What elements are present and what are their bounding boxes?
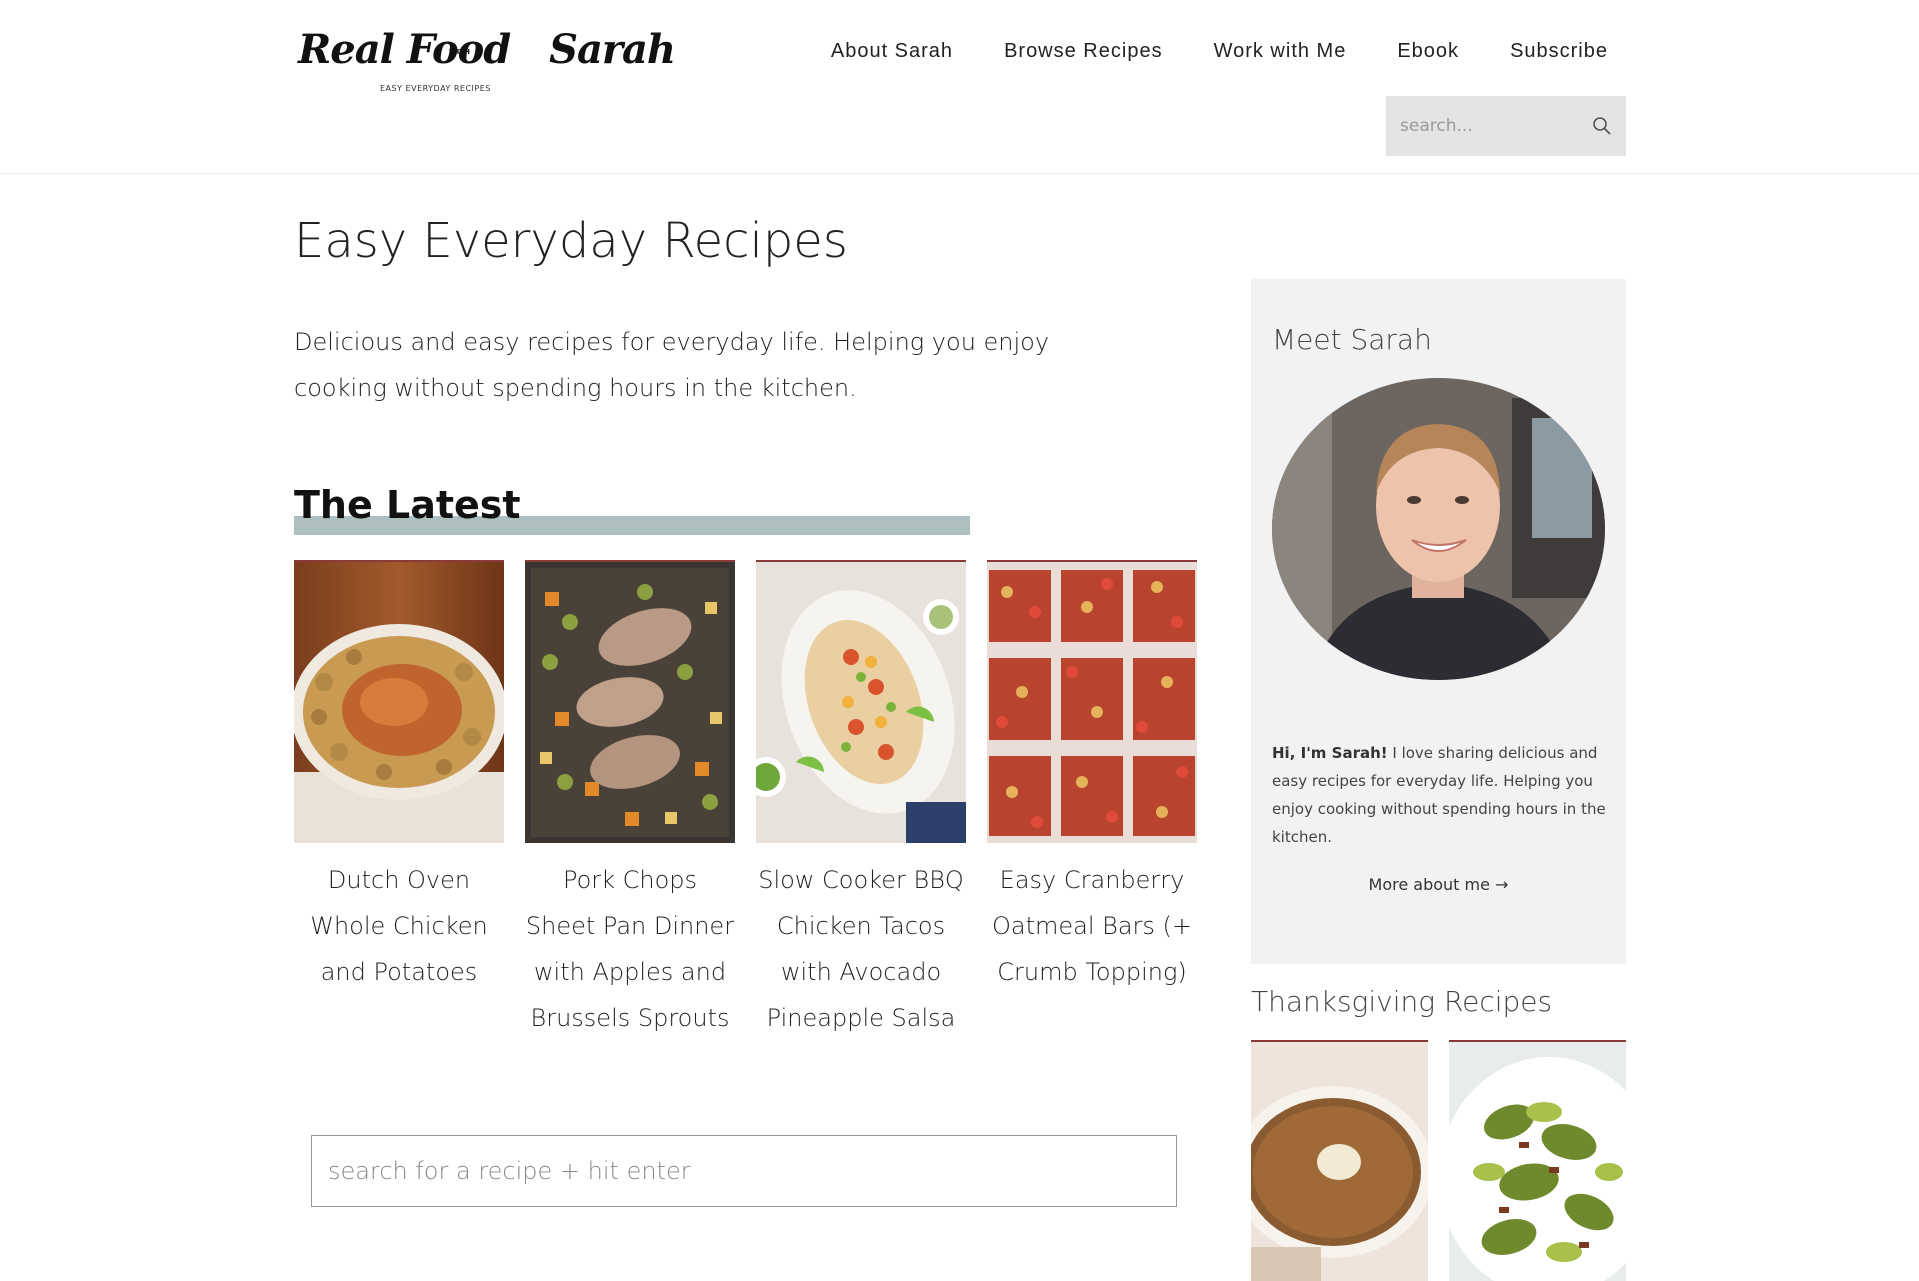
- recipe-search-box: [311, 1135, 1177, 1207]
- nav-item-browse-recipes[interactable]: Browse Recipes: [1004, 40, 1163, 63]
- bio-greeting: Hi, I'm Sarah!: [1272, 744, 1388, 762]
- recipe-image-tacos[interactable]: [756, 560, 966, 843]
- recipe-card[interactable]: Easy Cranberry Oatmeal Bars (+ Crumb Top…: [987, 560, 1197, 995]
- intro-text: Delicious and easy recipes for everyday …: [294, 328, 1050, 402]
- thanksgiving-image-brussels-sprouts[interactable]: [1449, 1042, 1626, 1281]
- recipe-card[interactable]: Dutch Oven Whole Chicken and Potatoes: [294, 560, 504, 995]
- recipe-image-chicken[interactable]: [294, 560, 504, 843]
- more-about-me-link[interactable]: More about me →: [1251, 875, 1626, 894]
- recipe-search-input[interactable]: [328, 1136, 1148, 1206]
- logo-script-text: Real Food Sarah: [298, 26, 676, 73]
- main-nav: About Sarah Browse Recipes Work with Me …: [831, 40, 1608, 63]
- latest-title: The Latest: [294, 483, 521, 527]
- page-title: Easy Everyday Recipes: [294, 213, 848, 269]
- site-logo[interactable]: Real Food Sarah WITH EASY EVERYDAY RECIP…: [298, 26, 676, 102]
- header-search: [1386, 96, 1626, 156]
- meet-sarah-widget: Meet Sarah Hi, I'm Sarah! I love sharing…: [1251, 279, 1626, 964]
- nav-item-subscribe[interactable]: Subscribe: [1510, 40, 1608, 63]
- thanksgiving-recipe-card[interactable]: [1251, 1040, 1428, 1281]
- thanksgiving-title: Thanksgiving Recipes: [1251, 985, 1553, 1018]
- avatar: [1272, 378, 1605, 680]
- meet-sarah-title: Meet Sarah: [1272, 323, 1432, 356]
- logo-with-text: WITH: [449, 48, 470, 56]
- recipe-title[interactable]: Easy Cranberry Oatmeal Bars (+ Crumb Top…: [987, 857, 1197, 995]
- nav-item-about-sarah[interactable]: About Sarah: [831, 40, 953, 63]
- latest-heading: The Latest: [294, 483, 970, 535]
- recipe-title[interactable]: Slow Cooker BBQ Chicken Tacos with Avoca…: [756, 857, 966, 1041]
- recipe-image-cranberry-bars[interactable]: [987, 560, 1197, 843]
- bio-text: Hi, I'm Sarah! I love sharing delicious …: [1272, 739, 1608, 851]
- nav-item-ebook[interactable]: Ebook: [1397, 40, 1459, 63]
- recipe-image-pork-chops[interactable]: [525, 560, 735, 843]
- thanksgiving-image-casserole[interactable]: [1251, 1042, 1428, 1281]
- header-search-input[interactable]: [1400, 96, 1590, 156]
- nav-item-work-with-me[interactable]: Work with Me: [1214, 40, 1347, 63]
- recipe-card[interactable]: Slow Cooker BBQ Chicken Tacos with Avoca…: [756, 560, 966, 1041]
- search-icon[interactable]: [1592, 116, 1612, 136]
- site-header: Real Food Sarah WITH EASY EVERYDAY RECIP…: [0, 0, 1919, 174]
- recipe-title[interactable]: Pork Chops Sheet Pan Dinner with Apples …: [525, 857, 735, 1041]
- recipe-card[interactable]: Pork Chops Sheet Pan Dinner with Apples …: [525, 560, 735, 1041]
- logo-tagline: EASY EVERYDAY RECIPES: [380, 84, 491, 93]
- thanksgiving-recipe-card[interactable]: [1449, 1040, 1626, 1281]
- recipe-title[interactable]: Dutch Oven Whole Chicken and Potatoes: [294, 857, 504, 995]
